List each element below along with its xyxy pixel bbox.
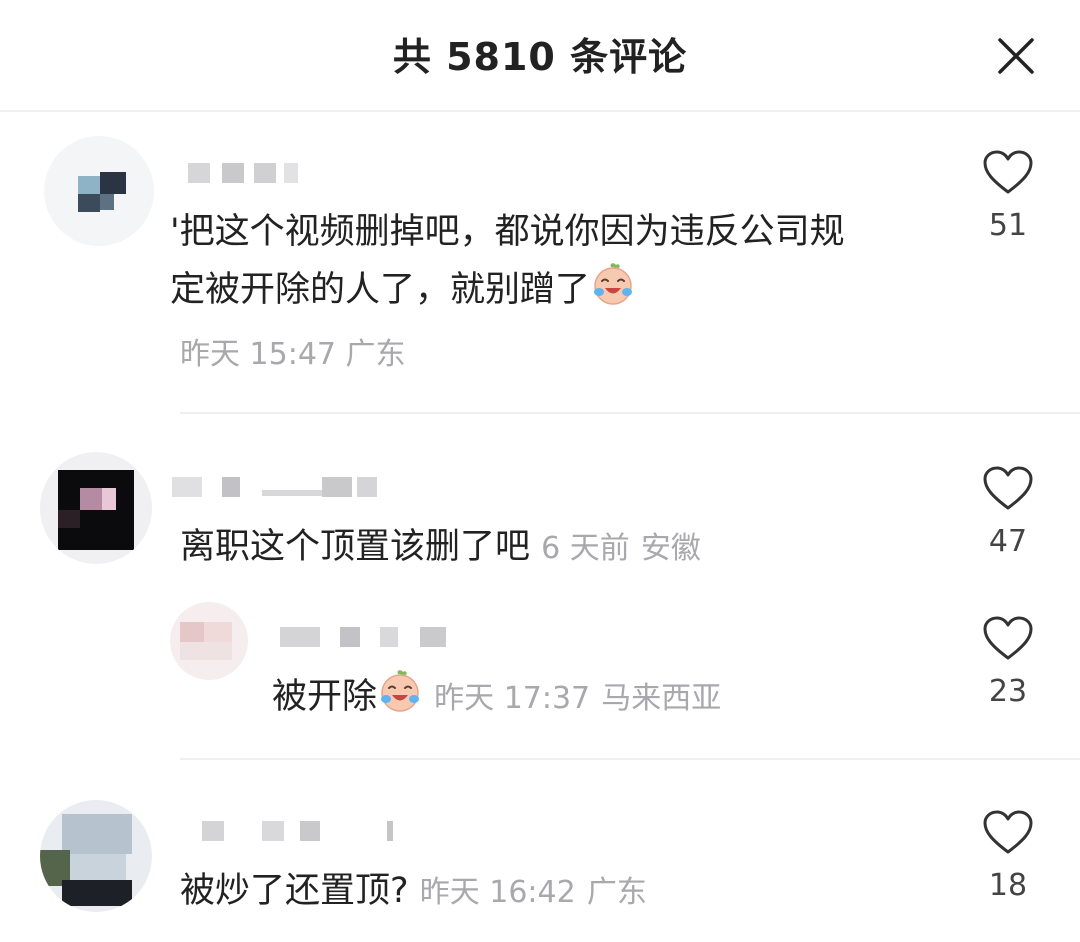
comment-location: 广东 <box>586 875 647 910</box>
close-icon <box>998 38 1034 74</box>
like-count: 18 <box>988 868 1028 903</box>
comment-text-body: 离职这个顶置该删了吧 <box>180 527 531 567</box>
comment-location: 安徽 <box>640 531 701 566</box>
heart-outline-icon <box>983 466 1033 510</box>
avatar[interactable] <box>44 136 154 246</box>
close-button[interactable] <box>990 30 1042 82</box>
avatar[interactable] <box>170 602 248 680</box>
heart-outline-icon <box>983 616 1033 660</box>
reply-time: 昨天 17:37 <box>434 681 591 716</box>
comment-divider <box>180 758 1080 760</box>
comment-divider <box>180 412 1080 414</box>
comment-text[interactable]: 离职这个顶置该删了吧 6 天前 安徽 <box>180 518 960 578</box>
like-button[interactable]: 51 <box>973 150 1043 243</box>
crying-laughing-emoji-icon <box>590 261 636 307</box>
like-button[interactable]: 47 <box>973 466 1043 559</box>
username-blurred[interactable] <box>172 814 402 848</box>
heart-outline-icon <box>983 150 1033 194</box>
comment-text[interactable]: 被炒了还置顶? 昨天 16:42 广东 <box>180 862 960 922</box>
like-button[interactable]: 23 <box>973 616 1043 709</box>
comments-header: 共 5810 条评论 <box>0 0 1080 112</box>
comment-meta: 昨天 15:47 广东 <box>180 326 780 384</box>
comment-text-body: 被炒了还置顶? <box>180 871 409 911</box>
avatar[interactable] <box>40 800 152 912</box>
comment-text[interactable]: '把这个视频删掉吧，都说你因为违反公司规 定被开除的人了，就别蹭了 <box>170 203 960 319</box>
username-blurred[interactable] <box>280 620 470 654</box>
comment-location: 广东 <box>345 337 406 372</box>
heart-outline-icon <box>983 810 1033 854</box>
username-blurred[interactable] <box>180 156 300 190</box>
comment-text-line1: '把这个视频删掉吧，都说你因为违反公司规 <box>170 212 845 252</box>
like-count: 47 <box>988 524 1028 559</box>
reply-text[interactable]: 被开除 昨天 17:37 马来西亚 <box>272 668 962 728</box>
comment-time: 6 天前 <box>541 531 630 566</box>
crying-laughing-emoji-icon <box>377 668 423 714</box>
comment-time: 昨天 16:42 <box>419 875 576 910</box>
like-button[interactable]: 18 <box>973 810 1043 903</box>
reply-location: 马来西亚 <box>601 681 722 716</box>
comments-sheet: 共 5810 条评论 '把这个视频删掉吧，都说你因为违反公司规 定被开除的人了，… <box>0 0 1080 942</box>
comments-count-title: 共 5810 条评论 <box>392 35 688 79</box>
comment-text-line2: 定被开除的人了，就别蹭了 <box>170 270 591 310</box>
like-count: 51 <box>988 208 1028 243</box>
like-count: 23 <box>988 674 1028 709</box>
avatar[interactable] <box>40 452 152 564</box>
reply-text-body: 被开除 <box>272 677 378 717</box>
username-blurred[interactable] <box>172 470 382 504</box>
comment-time: 昨天 15:47 <box>180 337 336 372</box>
